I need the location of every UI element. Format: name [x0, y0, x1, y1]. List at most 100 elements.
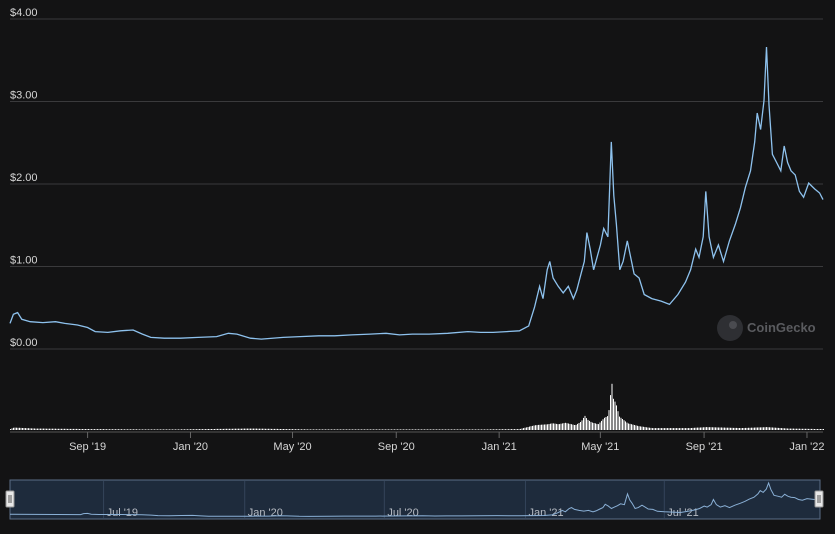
volume-bar	[482, 429, 484, 430]
volume-bar	[193, 429, 194, 430]
volume-bar	[697, 427, 698, 430]
volume-bar	[790, 428, 791, 430]
volume-bar	[421, 429, 422, 430]
volume-bar	[359, 429, 361, 430]
volume-bar	[766, 427, 767, 430]
volume-bar	[718, 427, 719, 430]
volume-bar	[166, 429, 167, 430]
volume-bar	[248, 428, 250, 430]
volume-bar	[749, 427, 751, 430]
volume-bar	[713, 427, 715, 430]
volume-bar	[503, 429, 505, 430]
volume-bar	[458, 429, 460, 430]
volume-bar	[566, 423, 568, 430]
volume-bar	[560, 423, 562, 430]
volume-bar	[632, 424, 634, 430]
volume-bar	[614, 401, 616, 430]
volume-bar	[742, 428, 743, 430]
volume-bar	[269, 428, 271, 430]
volume-bar	[262, 428, 263, 430]
volume-bar	[163, 429, 164, 430]
volume-bar	[649, 427, 650, 430]
volume-bar	[604, 417, 605, 430]
volume-bar	[373, 429, 374, 430]
volume-bar	[178, 429, 179, 430]
volume-bar	[371, 429, 373, 430]
volume-bar	[406, 429, 407, 430]
volume-bar	[530, 426, 532, 430]
volume-bar	[64, 428, 65, 430]
volume-bar	[799, 428, 800, 430]
volume-bar	[784, 428, 785, 430]
volume-bar	[103, 429, 104, 430]
volume-bar	[454, 429, 455, 430]
volume-bar	[817, 429, 818, 430]
volume-bar	[299, 429, 301, 430]
volume-bar	[613, 398, 614, 430]
volume-bar	[580, 422, 581, 430]
volume-bar	[146, 429, 148, 430]
volume-bar	[455, 429, 457, 430]
volume-bar	[505, 429, 506, 430]
coingecko-logo-eye	[729, 321, 737, 329]
volume-bar	[793, 428, 794, 430]
volume-bar	[140, 429, 142, 430]
grid-lines	[10, 18, 823, 350]
volume-bar	[55, 428, 56, 430]
volume-bar	[388, 429, 389, 430]
volume-bar	[428, 429, 430, 430]
volume-bar	[809, 428, 811, 430]
volume-bar	[682, 428, 683, 430]
volume-bar	[451, 429, 452, 430]
volume-bar	[89, 429, 91, 430]
volume-bar	[779, 428, 781, 430]
navigator-right-handle[interactable]	[814, 490, 824, 508]
volume-bar	[16, 427, 17, 430]
volume-bar	[778, 427, 779, 430]
volume-bar	[40, 428, 41, 430]
volume-bar	[442, 429, 443, 430]
navigator-left-handle[interactable]	[5, 490, 15, 508]
volume-bar	[698, 427, 700, 430]
volume-bar	[95, 429, 97, 430]
volume-bar	[176, 429, 178, 430]
volume-bar	[199, 429, 200, 430]
volume-bar	[439, 429, 440, 430]
volume-bar	[805, 428, 806, 430]
volume-bar	[88, 429, 89, 430]
coingecko-watermark: CoinGecko	[717, 315, 816, 341]
volume-bar	[710, 427, 712, 430]
volume-bar	[260, 428, 262, 430]
volume-bar	[230, 428, 232, 430]
volume-bar	[500, 429, 502, 430]
volume-bar	[764, 427, 766, 430]
volume-bar	[539, 424, 541, 430]
volume-bar	[523, 428, 524, 430]
volume-bar	[329, 429, 331, 430]
volume-bar	[641, 426, 643, 430]
volume-bar	[485, 429, 487, 430]
volume-bar	[803, 428, 805, 430]
volume-bar	[617, 411, 619, 430]
navigator[interactable]: Jul '19 Jan '20 Jul '20 Jan '21 Jul '21	[5, 479, 824, 520]
navigator-tick-label: Jul '20	[387, 507, 418, 519]
volume-bar	[511, 429, 512, 430]
volume-bar	[25, 428, 26, 430]
volume-bar	[739, 428, 740, 430]
volume-bar	[548, 424, 550, 430]
volume-bar	[622, 419, 623, 430]
y-axis-ticks: $0.00 $1.00 $2.00 $3.00 $4.00	[10, 7, 38, 349]
volume-bar	[214, 429, 215, 430]
volume-bar	[284, 429, 286, 430]
volume-bar	[577, 423, 578, 430]
volume-bar	[763, 427, 764, 430]
volume-bar	[437, 429, 439, 430]
volume-bar	[10, 429, 11, 430]
volume-bar	[182, 429, 184, 430]
volume-bar	[469, 429, 470, 430]
volume-bar	[43, 428, 44, 430]
volume-bar	[806, 428, 808, 430]
volume-bar	[653, 428, 655, 430]
volume-bar	[590, 421, 592, 430]
volume-bar	[110, 429, 112, 430]
